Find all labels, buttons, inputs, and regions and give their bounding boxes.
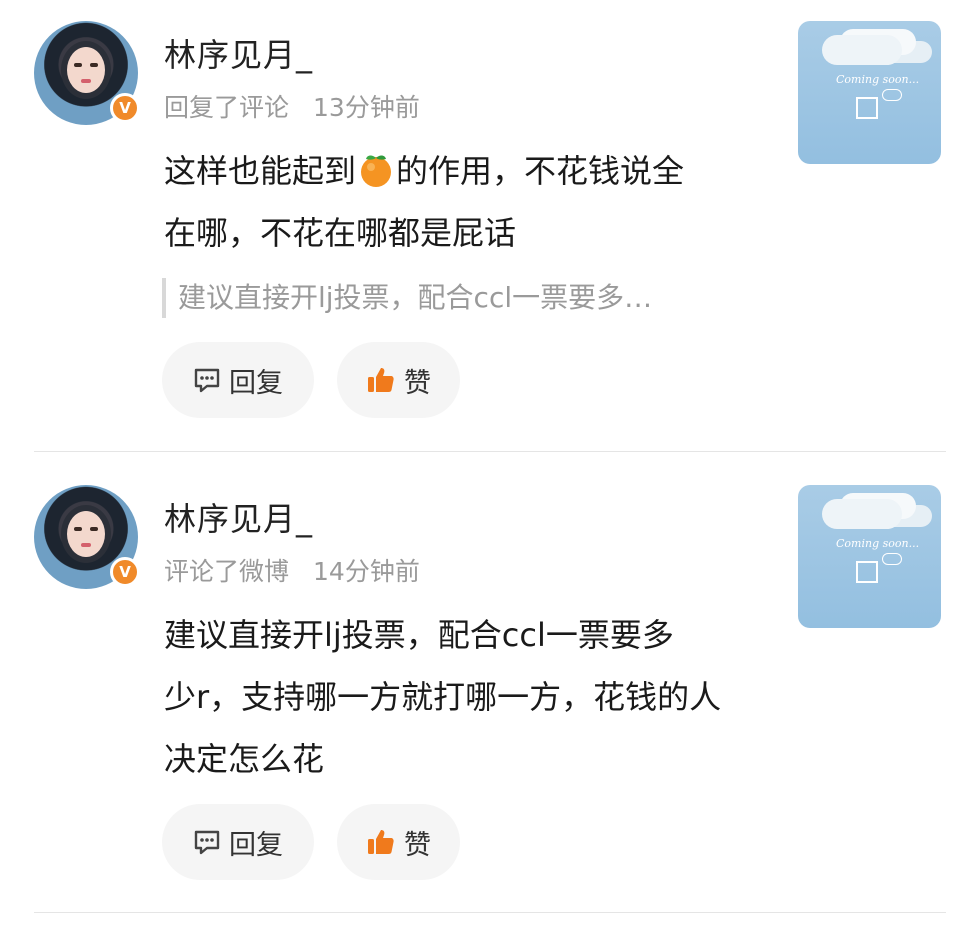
avatar-face [67, 511, 105, 557]
avatar-face [67, 47, 105, 93]
cloud-graphic [822, 499, 902, 529]
like-label: 赞 [404, 367, 431, 399]
like-button[interactable]: 赞 [337, 342, 460, 418]
thumbs-up-icon [368, 368, 394, 392]
reply-label: 回复 [229, 367, 283, 399]
box-graphic [856, 97, 878, 119]
like-button[interactable]: 赞 [337, 804, 460, 880]
verified-badge-icon: V [110, 557, 140, 587]
meta-line: 评论了微博 14分钟前 [164, 552, 420, 588]
like-label: 赞 [404, 829, 431, 861]
weibo-thumbnail[interactable]: Coming soon... [798, 485, 941, 628]
verified-badge-icon: V [110, 93, 140, 123]
bubble-graphic [882, 553, 902, 565]
avatar[interactable]: V [34, 21, 140, 125]
username[interactable]: 林序见月_ [164, 30, 313, 76]
comment-content: 这样也能起到 的作用，不花钱说全 在哪，不花在哪都是屁话 [164, 152, 685, 252]
comment-content: 建议直接开lj投票，配合ccl一票要多 少r，支持哪一方就打哪一方，花钱的人 决… [164, 616, 722, 778]
reply-label: 回复 [229, 829, 283, 861]
comment-bubble-icon [194, 368, 220, 393]
timestamp: 14分钟前 [313, 557, 420, 586]
timestamp: 13分钟前 [313, 93, 420, 122]
action-text: 回复了评论 [164, 93, 290, 122]
username[interactable]: 林序见月_ [164, 494, 313, 540]
quoted-comment[interactable]: 建议直接开lj投票，配合ccl一票要多… [162, 278, 762, 318]
divider [34, 912, 946, 913]
action-text: 评论了微博 [164, 557, 290, 586]
thumbs-up-icon [368, 830, 394, 854]
meta-line: 回复了评论 13分钟前 [164, 88, 420, 124]
comment-bubble-icon [194, 830, 220, 855]
bubble-graphic [882, 89, 902, 101]
thumbnail-caption: Coming soon... [836, 73, 920, 86]
avatar[interactable]: V [34, 485, 140, 589]
box-graphic [856, 561, 878, 583]
divider [34, 451, 946, 452]
thumbnail-caption: Coming soon... [836, 537, 920, 550]
weibo-thumbnail[interactable]: Coming soon... [798, 21, 941, 164]
cloud-graphic [822, 35, 902, 65]
reply-button[interactable]: 回复 [162, 342, 314, 418]
orange-emoji-icon [361, 155, 392, 187]
reply-button[interactable]: 回复 [162, 804, 314, 880]
